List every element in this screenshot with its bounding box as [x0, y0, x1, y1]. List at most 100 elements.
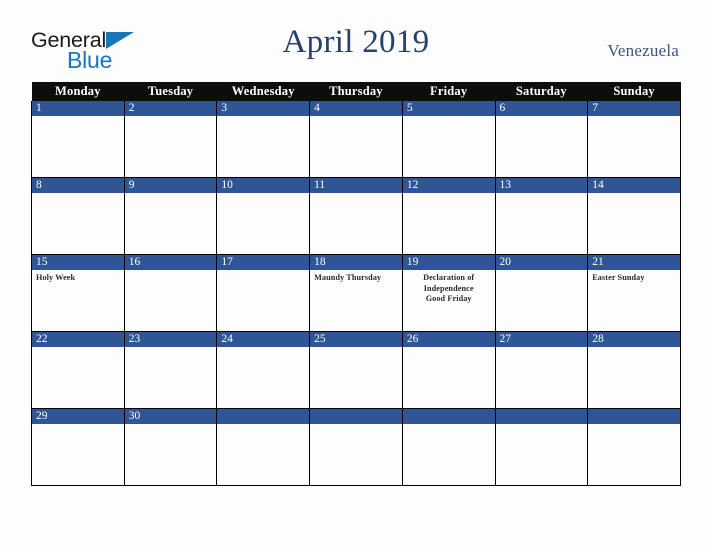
- calendar-day-cell[interactable]: 20: [494, 254, 589, 332]
- day-number: 24: [217, 332, 310, 347]
- calendar-day-cell[interactable]: 24: [216, 331, 311, 409]
- day-number: [310, 409, 402, 424]
- calendar-day-cell[interactable]: 19 Declaration of Independence Good Friday: [401, 254, 496, 332]
- day-cell-content: 26: [402, 332, 495, 408]
- calendar-empty-cell[interactable]: [494, 408, 589, 486]
- calendar-day-cell[interactable]: 11: [309, 177, 403, 255]
- calendar-day-cell[interactable]: 17: [216, 254, 311, 332]
- day-cell-content: 22: [32, 332, 124, 408]
- calendar-day-cell[interactable]: 30: [123, 408, 218, 486]
- calendar-day-cell[interactable]: 12: [401, 177, 496, 255]
- day-number: 9: [124, 178, 217, 193]
- calendar-day-cell[interactable]: 5: [401, 101, 496, 178]
- day-cell-content: 18 Maundy Thursday: [310, 255, 402, 331]
- day-cell-content: 15 Holy Week: [32, 255, 124, 331]
- event-label: Good Friday: [425, 294, 472, 303]
- calendar-empty-cell[interactable]: [587, 408, 681, 486]
- calendar-day-cell[interactable]: 26: [401, 331, 496, 409]
- calendar-day-cell[interactable]: 4: [309, 101, 403, 178]
- day-number: 7: [588, 101, 680, 116]
- calendar-week-row: 29 30: [31, 408, 681, 486]
- day-number: 2: [124, 101, 217, 116]
- day-cell-content: [310, 409, 402, 485]
- day-number: 6: [495, 101, 588, 116]
- day-cell-content: 10: [217, 178, 310, 254]
- day-number: 25: [310, 332, 402, 347]
- calendar-week-row: 1234567: [31, 101, 681, 178]
- weekday-header-monday: Monday: [31, 82, 125, 101]
- day-cell-content: 8: [32, 178, 124, 254]
- day-cell-content: 4: [310, 101, 402, 177]
- weekday-header-friday: Friday: [402, 82, 496, 101]
- day-events: Maundy Thursday: [310, 270, 402, 284]
- day-cell-content: 6: [495, 101, 588, 177]
- calendar-day-cell[interactable]: 1: [31, 101, 125, 178]
- calendar-body: 1 2 3 4 5 6 7 8 9 10 11 12 13 14 15 Holy Week 16 17 18 Maun…: [31, 101, 681, 486]
- day-number: [495, 409, 588, 424]
- calendar-day-cell[interactable]: 10: [216, 177, 311, 255]
- day-number: 5: [402, 101, 495, 116]
- day-number: 14: [588, 178, 680, 193]
- day-number: 27: [495, 332, 588, 347]
- day-number: [402, 409, 495, 424]
- calendar-day-cell[interactable]: 27: [494, 331, 589, 409]
- day-cell-content: 14: [588, 178, 680, 254]
- day-cell-content: 27: [495, 332, 588, 408]
- day-number: [217, 409, 310, 424]
- calendar-day-cell[interactable]: 9: [123, 177, 218, 255]
- calendar-day-cell[interactable]: 23: [123, 331, 218, 409]
- day-number: 12: [402, 178, 495, 193]
- calendar-day-cell[interactable]: 18 Maundy Thursday: [309, 254, 403, 332]
- day-number: 16: [124, 255, 217, 270]
- day-events: Holy Week: [32, 270, 124, 284]
- day-cell-content: 9: [124, 178, 217, 254]
- calendar-empty-cell[interactable]: [401, 408, 496, 486]
- day-number: 11: [310, 178, 402, 193]
- event-label: Maundy Thursday: [314, 273, 382, 282]
- day-number: 4: [310, 101, 402, 116]
- calendar-day-cell[interactable]: 15 Holy Week: [31, 254, 125, 332]
- day-number: 22: [32, 332, 124, 347]
- event-label: Easter Sunday: [592, 273, 645, 282]
- calendar-day-cell[interactable]: 8: [31, 177, 125, 255]
- calendar-day-cell[interactable]: 21 Easter Sunday: [587, 254, 681, 332]
- weekday-header-row: Monday Tuesday Wednesday Thursday Friday Satu…: [31, 82, 681, 101]
- calendar-day-cell[interactable]: 29: [31, 408, 125, 486]
- day-cell-content: 19 Declaration of Independence Good Friday: [402, 255, 495, 331]
- day-number: 21: [588, 255, 680, 270]
- event-label: Holy Week: [36, 273, 76, 282]
- weekday-header-tuesday: Tuesday: [124, 82, 217, 101]
- weekday-header-saturday: Saturday: [495, 82, 588, 101]
- day-cell-content: [588, 409, 680, 485]
- day-number: 13: [495, 178, 588, 193]
- calendar-day-cell[interactable]: 28: [587, 331, 681, 409]
- day-cell-content: 13: [495, 178, 588, 254]
- calendar-empty-cell[interactable]: [216, 408, 311, 486]
- calendar-day-cell[interactable]: 6: [494, 101, 589, 178]
- day-cell-content: 5: [402, 101, 495, 177]
- calendar-empty-cell[interactable]: [309, 408, 403, 486]
- day-cell-content: [402, 409, 495, 485]
- calendar-day-cell[interactable]: 7: [587, 101, 681, 178]
- day-cell-content: [495, 409, 588, 485]
- country-label: Venezuela: [607, 41, 679, 60]
- day-cell-content: 16: [124, 255, 217, 331]
- calendar-day-cell[interactable]: 25: [309, 331, 403, 409]
- day-number: 19: [402, 255, 495, 270]
- day-cell-content: 3: [217, 101, 310, 177]
- day-cell-content: 21 Easter Sunday: [588, 255, 680, 331]
- day-number: 26: [402, 332, 495, 347]
- day-cell-content: 7: [588, 101, 680, 177]
- day-events: Declaration of Independence Good Friday: [403, 270, 495, 305]
- month-calendar-grid: Monday Tuesday Wednesday Thursday Friday Satu…: [31, 82, 681, 486]
- day-number: 28: [588, 332, 680, 347]
- day-cell-content: 17: [217, 255, 310, 331]
- day-cell-content: 23: [124, 332, 217, 408]
- calendar-day-cell[interactable]: 3: [216, 101, 311, 178]
- calendar-day-cell[interactable]: 16: [123, 254, 218, 332]
- calendar-day-cell[interactable]: 14: [587, 177, 681, 255]
- day-cell-content: [217, 409, 310, 485]
- calendar-day-cell[interactable]: 13: [494, 177, 589, 255]
- calendar-day-cell[interactable]: 22: [31, 331, 125, 409]
- calendar-day-cell[interactable]: 2: [123, 101, 218, 178]
